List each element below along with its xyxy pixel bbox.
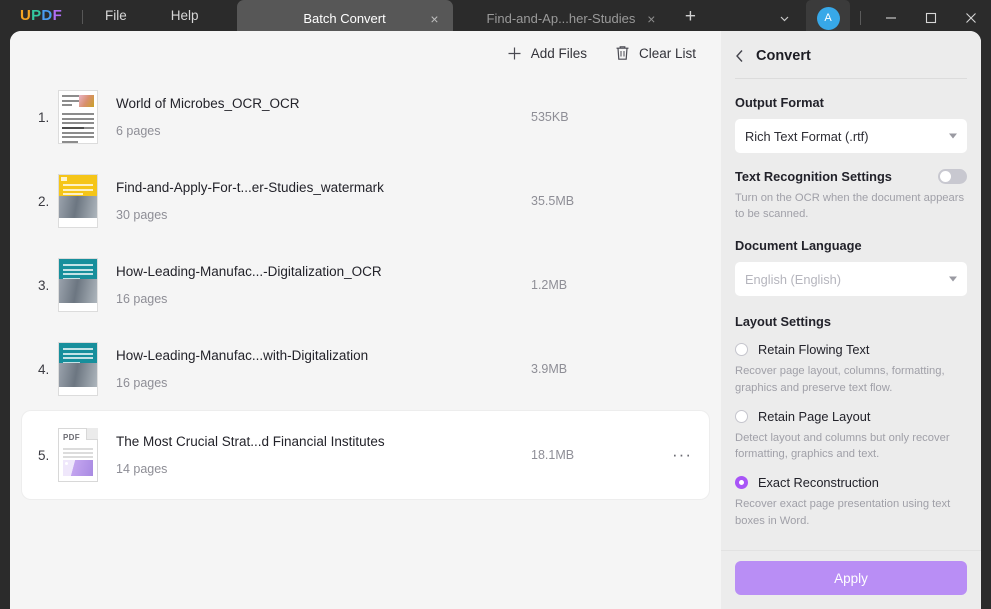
- file-toolbar: Add Files Clear List: [10, 31, 721, 75]
- text-recognition-hint: Turn on the OCR when the document appear…: [735, 190, 967, 222]
- file-thumbnail: [58, 342, 98, 396]
- avatar: A: [817, 7, 840, 30]
- content-shell: Add Files Clear List: [10, 31, 981, 609]
- layout-option-retain-page-layout[interactable]: Retain Page Layout: [735, 409, 967, 424]
- tab-label: Batch Convert: [303, 11, 385, 26]
- updf-window: UPDF File Help Batch Convert × Find-and-…: [0, 0, 991, 609]
- add-files-label: Add Files: [531, 46, 587, 61]
- file-size: 35.5MB: [525, 194, 665, 208]
- file-pages: 14 pages: [116, 462, 525, 476]
- table-row[interactable]: 4. How-Leading-Manufac...with-Digitaliza…: [22, 327, 709, 411]
- file-name: How-Leading-Manufac...-Digitalization_OC…: [116, 264, 525, 279]
- plus-icon: [507, 46, 522, 61]
- clear-list-label: Clear List: [639, 46, 696, 61]
- divider: [860, 11, 861, 25]
- file-name: Find-and-Apply-For-t...er-Studies_waterm…: [116, 180, 525, 195]
- radio-icon: [735, 476, 748, 489]
- batch-convert-file-area: Add Files Clear List: [10, 31, 721, 609]
- file-pages: 16 pages: [116, 376, 525, 390]
- file-info: World of Microbes_OCR_OCR 6 pages: [116, 96, 525, 138]
- table-row[interactable]: 1. World of Microbes_OCR_OCR 6 pages 535…: [22, 75, 709, 159]
- file-info: How-Leading-Manufac...with-Digitalizatio…: [116, 348, 525, 390]
- document-language-label: Document Language: [735, 238, 967, 253]
- pdf-file-icon: PDF: [58, 428, 98, 482]
- file-name: How-Leading-Manufac...with-Digitalizatio…: [116, 348, 525, 363]
- file-thumbnail: PDF: [58, 428, 98, 482]
- clear-list-button[interactable]: Clear List: [601, 39, 710, 67]
- file-size: 18.1MB: [525, 448, 665, 462]
- logo-letter-u: U: [20, 7, 31, 24]
- page-title: Convert: [756, 48, 811, 64]
- row-index: 4.: [28, 362, 58, 377]
- add-files-button[interactable]: Add Files: [493, 40, 601, 67]
- text-recognition-row: Text Recognition Settings: [735, 169, 967, 184]
- row-index: 1.: [28, 110, 58, 125]
- output-format-value: Rich Text Format (.rtf): [745, 129, 868, 144]
- file-pages: 6 pages: [116, 124, 525, 138]
- output-format-label: Output Format: [735, 95, 967, 110]
- row-index: 5.: [28, 448, 58, 463]
- file-size: 3.9MB: [525, 362, 665, 376]
- file-info: The Most Crucial Strat...d Financial Ins…: [116, 434, 525, 476]
- convert-settings-panel: Convert Output Format Rich Text Format (…: [721, 31, 981, 609]
- panel-header: Convert: [721, 31, 981, 78]
- logo-letter-f: F: [53, 7, 62, 24]
- file-info: How-Leading-Manufac...-Digitalization_OC…: [116, 264, 525, 306]
- apply-button[interactable]: Apply: [735, 561, 967, 595]
- table-row[interactable]: 3. How-Leading-Manufac...-Digitalization…: [22, 243, 709, 327]
- file-thumbnail: [58, 174, 98, 228]
- tab-label: Find-and-Ap...her-Studies: [487, 11, 636, 26]
- chevron-down-icon: [949, 134, 957, 139]
- text-recognition-label: Text Recognition Settings: [735, 169, 892, 184]
- file-name: World of Microbes_OCR_OCR: [116, 96, 525, 111]
- trash-icon: [615, 45, 630, 61]
- table-row[interactable]: 5. PDF The Most Crucial S: [22, 411, 709, 499]
- layout-settings-label: Layout Settings: [735, 314, 967, 329]
- panel-footer: Apply: [721, 550, 981, 609]
- document-language-value: English (English): [745, 272, 841, 287]
- layout-option-retain-flowing-text[interactable]: Retain Flowing Text: [735, 342, 967, 357]
- logo-letter-p: P: [31, 7, 41, 24]
- file-pages: 30 pages: [116, 208, 525, 222]
- file-info: Find-and-Apply-For-t...er-Studies_waterm…: [116, 180, 525, 222]
- chevron-down-icon: [949, 277, 957, 282]
- text-recognition-toggle[interactable]: [938, 169, 967, 184]
- radio-icon: [735, 343, 748, 356]
- panel-body: Output Format Rich Text Format (.rtf) Te…: [721, 79, 981, 550]
- document-language-select[interactable]: English (English): [735, 262, 967, 296]
- option-label: Retain Page Layout: [758, 409, 870, 424]
- option-label: Exact Reconstruction: [758, 475, 879, 490]
- row-index: 3.: [28, 278, 58, 293]
- option-hint: Recover exact page presentation using te…: [735, 496, 967, 528]
- logo-letter-d: D: [41, 7, 52, 24]
- output-format-select[interactable]: Rich Text Format (.rtf): [735, 119, 967, 153]
- row-more-icon[interactable]: ···: [665, 452, 699, 458]
- table-row[interactable]: 2. Find-and-Apply-For-t...er-Studies_wat…: [22, 159, 709, 243]
- option-label: Retain Flowing Text: [758, 342, 869, 357]
- layout-option-exact-reconstruction[interactable]: Exact Reconstruction: [735, 475, 967, 490]
- option-hint: Detect layout and columns but only recov…: [735, 430, 967, 462]
- file-size: 535KB: [525, 110, 665, 124]
- file-thumbnail: [58, 258, 98, 312]
- file-name: The Most Crucial Strat...d Financial Ins…: [116, 434, 525, 449]
- radio-icon: [735, 410, 748, 423]
- file-thumbnail: [58, 90, 98, 144]
- file-list: 1. World of Microbes_OCR_OCR 6 pages 535…: [10, 75, 721, 499]
- file-size: 1.2MB: [525, 278, 665, 292]
- file-pages: 16 pages: [116, 292, 525, 306]
- row-index: 2.: [28, 194, 58, 209]
- tab-close-icon[interactable]: ×: [647, 12, 655, 26]
- toggle-knob: [940, 171, 951, 182]
- back-chevron-icon[interactable]: [735, 49, 745, 63]
- option-hint: Recover page layout, columns, formatting…: [735, 363, 967, 395]
- tab-close-icon[interactable]: ×: [430, 12, 438, 26]
